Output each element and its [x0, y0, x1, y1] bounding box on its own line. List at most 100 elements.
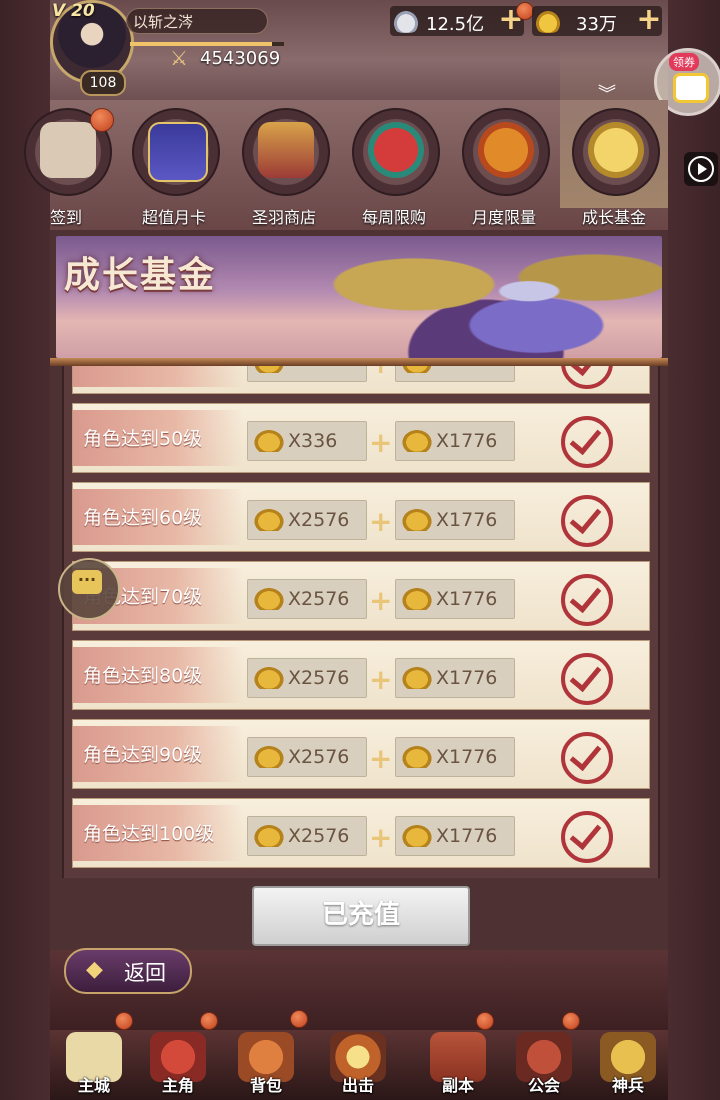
plus-icon: + — [369, 663, 393, 696]
tab-monthly-card[interactable]: 超值月卡 — [128, 108, 220, 227]
condition-text: 角色达到80级 — [83, 665, 203, 687]
plus-icon: + — [369, 366, 392, 380]
reward-amount: X2576 — [288, 509, 350, 531]
notification-dot — [476, 1012, 494, 1030]
reward-amount: X1776 — [436, 588, 498, 610]
condition-text: 角色达到50级 — [83, 428, 203, 450]
nav-label: 出击 — [341, 1076, 374, 1095]
gold-amount: 33万 — [576, 14, 617, 35]
reward-slot[interactable]: X2576 — [247, 658, 367, 698]
tab-label: 圣羽商店 — [251, 208, 316, 227]
player-level: 108 — [80, 70, 126, 96]
coupon-label: 领券 — [669, 53, 699, 71]
nav-hero[interactable]: 主角 — [138, 1030, 218, 1100]
add-gold-button[interactable]: + — [634, 5, 664, 36]
tab-shop[interactable]: 圣羽商店 — [238, 108, 330, 227]
silver-amount: 12.5亿 — [426, 14, 485, 35]
reward-slot[interactable]: X2576 — [247, 816, 367, 856]
reward-slot[interactable]: X1776 — [395, 421, 515, 461]
recharged-button[interactable]: 已充值 — [252, 886, 470, 946]
condition-bg: 角色达到100级 — [73, 805, 243, 861]
gold-resource: 33万 + — [532, 5, 664, 36]
reward-amount: X1776 — [436, 746, 498, 768]
claimed-check-icon — [561, 495, 613, 547]
reward-amount: X336 — [288, 430, 338, 452]
condition-bg — [73, 366, 243, 387]
tab-weekly[interactable]: 每周限购 — [348, 108, 440, 227]
tab-label: 每周限购 — [361, 208, 426, 227]
nav-dungeon[interactable]: 副本 — [418, 1030, 498, 1100]
reward-slot[interactable]: X1776 — [395, 658, 515, 698]
list-item: + — [72, 366, 650, 394]
reward-amount: X1776 — [436, 430, 498, 452]
nav-guild[interactable]: 公会 — [504, 1030, 584, 1100]
gold-ingot-icon — [252, 507, 286, 531]
back-label: 返回 — [124, 961, 166, 985]
gold-ingot-icon — [252, 744, 286, 768]
tab-icon-frame — [242, 108, 330, 196]
arrow-left-icon: ◆ — [86, 957, 103, 982]
crossed-swords-icon: ⚔ — [170, 46, 188, 70]
list-item: 角色达到100级 X2576 + X1776 — [72, 798, 650, 868]
nav-label: 副本 — [441, 1076, 474, 1095]
list-item: 角色达到60级 X2576 + X1776 — [72, 482, 650, 552]
tab-monthly-limit[interactable]: 月度限量 — [458, 108, 550, 227]
list-item: 角色达到70级 X2576 + X1776 — [72, 561, 650, 631]
condition-bg: 角色达到60级 — [73, 489, 243, 545]
tab-label: 签到 — [49, 208, 82, 227]
gold-ingot-icon — [252, 823, 286, 847]
gold-ingot-icon — [534, 9, 562, 33]
chat-bubble-button[interactable] — [58, 558, 120, 620]
reward-slot — [395, 366, 515, 382]
tab-label: 月度限量 — [471, 208, 536, 227]
claimed-check-icon — [561, 416, 613, 468]
xp-bar — [130, 42, 284, 46]
reward-slot[interactable]: X1776 — [395, 737, 515, 777]
list-item: 角色达到90级 X2576 + X1776 — [72, 719, 650, 789]
list-item: 角色达到50级 X336 + X1776 — [72, 403, 650, 473]
gold-ingot-icon — [252, 366, 286, 373]
notification-dot — [200, 1012, 218, 1030]
growth-fund-banner: 成长基金 — [56, 236, 662, 358]
nav-bag[interactable]: 背包 — [226, 1030, 306, 1100]
nav-main-city[interactable]: 主城 — [54, 1030, 134, 1100]
gold-ingot-icon — [400, 823, 434, 847]
notification-dot — [290, 1010, 308, 1028]
reward-slot[interactable]: X1776 — [395, 816, 515, 856]
nav-label: 主城 — [77, 1076, 110, 1095]
xp-bar-fill — [130, 42, 272, 46]
reward-slot[interactable]: X336 — [247, 421, 367, 461]
treasure-chest-icon — [258, 122, 314, 178]
nav-battle[interactable]: 出击 — [318, 1030, 398, 1100]
video-play-button[interactable] — [684, 152, 718, 186]
tab-icon-frame — [572, 108, 660, 196]
reward-amount: X2576 — [288, 588, 350, 610]
silver-ingot-icon — [392, 9, 420, 33]
play-icon — [688, 156, 714, 182]
tab-growth-fund[interactable]: 成长基金 — [560, 48, 668, 227]
reward-slot[interactable]: X2576 — [247, 579, 367, 619]
nav-label: 神兵 — [611, 1076, 644, 1095]
reward-slot[interactable]: X2576 — [247, 737, 367, 777]
banner-title: 成长基金 — [64, 254, 217, 296]
gold-pile-icon — [588, 122, 644, 178]
player-name: 以斩之涔 — [126, 8, 268, 34]
gold-ingot-icon — [252, 428, 286, 452]
back-button[interactable]: ◆ 返回 — [64, 948, 192, 994]
reward-amount: X2576 — [288, 825, 350, 847]
reward-list[interactable]: + 角色达到50级 X336 + X1776 角色达到60级 X2576 + X… — [62, 366, 660, 878]
notification-dot — [90, 108, 114, 132]
reward-amount: X1776 — [436, 825, 498, 847]
gold-ingot-icon — [400, 507, 434, 531]
lucky-bag-icon — [368, 122, 424, 178]
reward-amount: X1776 — [436, 509, 498, 531]
plus-icon: + — [369, 426, 393, 459]
gold-ingot-icon — [400, 586, 434, 610]
reward-slot[interactable]: X2576 — [247, 500, 367, 540]
tab-icon-frame — [462, 108, 550, 196]
card-icon — [148, 122, 208, 182]
reward-slot[interactable]: X1776 — [395, 500, 515, 540]
condition-text: 角色达到100级 — [83, 823, 215, 845]
reward-slot[interactable]: X1776 — [395, 579, 515, 619]
nav-divine-weapon[interactable]: 神兵 — [588, 1030, 668, 1100]
